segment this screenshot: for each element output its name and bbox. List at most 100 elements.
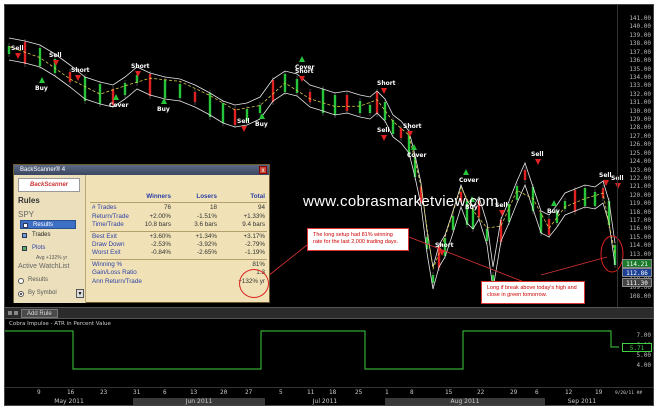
radio-by-symbol[interactable] xyxy=(18,291,24,297)
candle-body xyxy=(321,89,325,113)
dropdown-button[interactable]: ▼ xyxy=(76,289,84,298)
price-tick: 127.00 xyxy=(629,132,651,140)
buy-arrow-icon xyxy=(161,98,167,104)
candle-body xyxy=(178,84,182,98)
candle-body xyxy=(613,245,617,265)
indicator-tick: 4.00 xyxy=(636,362,651,369)
candle-body xyxy=(523,170,527,180)
results-icon xyxy=(23,223,28,228)
candle-body xyxy=(123,83,127,95)
row-label: Worst Exit xyxy=(92,249,121,257)
buy-arrow-icon xyxy=(113,94,119,100)
price-tick: 129.00 xyxy=(629,116,651,123)
candle-body xyxy=(258,105,262,113)
row-value: -2.65% xyxy=(197,249,217,257)
row-value: -0.84% xyxy=(151,249,171,257)
row-value: 9.4 bars xyxy=(242,221,265,229)
price-tick: 117.00 xyxy=(629,217,651,225)
radio-results[interactable] xyxy=(18,278,24,284)
candle-body xyxy=(358,101,362,113)
watermark: www.cobrasmarketview.com xyxy=(303,193,499,210)
buy-arrow-icon xyxy=(259,113,265,119)
buy-arrow-icon xyxy=(411,144,417,150)
sell-arrow-icon xyxy=(439,250,445,256)
table-divider xyxy=(90,202,267,204)
candle-body xyxy=(83,77,87,101)
winning-rate-highlight xyxy=(239,269,269,298)
date-tick: 23 xyxy=(100,389,108,396)
price-tick: 125.00 xyxy=(629,149,651,157)
price-tick: 137.00 xyxy=(629,48,651,56)
toolbar-icon[interactable] xyxy=(8,311,12,315)
signal-label-buy: Buy xyxy=(35,85,48,92)
panel-title: BackScanner® 4 x xyxy=(14,165,269,175)
month-label: Jul 2011 xyxy=(312,398,338,405)
row-value: -3.92% xyxy=(197,240,217,248)
callout-pointer-left xyxy=(267,244,308,277)
signal-label-buy: Buy xyxy=(547,208,560,215)
row-label: Ann Return/Trade xyxy=(92,277,142,285)
candle-body xyxy=(193,92,197,102)
date-tick: 16 xyxy=(67,389,75,396)
sell-arrow-icon xyxy=(75,75,81,81)
price-tick: 126.00 xyxy=(629,141,651,149)
date-tick: 9 xyxy=(37,389,41,396)
price-tick: 138.00 xyxy=(629,40,651,48)
callout-long-setup: Long if break above today's high and clo… xyxy=(481,281,585,304)
sell-arrow-icon xyxy=(135,71,141,77)
sell-arrow-icon xyxy=(241,126,247,132)
sell-arrow-icon xyxy=(15,53,21,59)
buy-arrow-icon xyxy=(463,169,469,175)
date-tick: 5 xyxy=(279,389,283,396)
date-tick: 19 xyxy=(595,389,603,396)
row-value: +2.00% xyxy=(149,212,171,220)
trades-button[interactable]: Trades xyxy=(20,231,76,240)
close-icon[interactable]: x xyxy=(259,166,267,174)
add-rule-button[interactable]: Add Rule xyxy=(21,309,58,318)
signal-label-cover: Cover xyxy=(295,64,315,71)
date-tick: 31 xyxy=(133,389,141,396)
table-row: Best Exit +3.60% +1.34% +3.17% xyxy=(88,233,269,241)
impulse-line xyxy=(5,330,619,370)
buy-arrow-icon xyxy=(551,200,557,206)
price-tick: 140.00 xyxy=(629,23,651,31)
sell-arrow-icon xyxy=(53,60,59,66)
signal-label-sell: Sell xyxy=(599,172,612,179)
candle-body xyxy=(391,120,395,134)
toolbar-icon[interactable] xyxy=(14,311,18,315)
month-label: Jun 2011 xyxy=(133,398,265,405)
row-value: +3.17% xyxy=(243,232,265,240)
price-tick: 136.00 xyxy=(629,57,651,65)
candle-body xyxy=(593,192,597,206)
date-tick: 18 xyxy=(329,389,337,396)
price-tick: 135.00 xyxy=(629,65,651,73)
table-row: # Trades 76 18 94 xyxy=(88,204,269,212)
table-row: Return/Trade +2.00% -1.51% +1.33% xyxy=(88,213,269,221)
row-value: 18 xyxy=(209,204,217,212)
date-tick: 11 xyxy=(307,389,315,396)
row-value: +3.60% xyxy=(149,232,171,240)
indicator-chart[interactable] xyxy=(5,319,654,387)
signal-label-cover: Cover xyxy=(407,152,427,159)
date-tick: 1 xyxy=(385,389,389,396)
sell-arrow-icon xyxy=(299,76,305,82)
date-tick: 13 xyxy=(190,389,198,396)
backscanner-panel[interactable]: BackScanner® 4 x BackScanner Rules SPY R… xyxy=(13,164,270,303)
sell-arrow-icon xyxy=(499,210,505,216)
sell-arrow-icon xyxy=(603,180,609,186)
signal-label-cover: Cover xyxy=(459,177,479,184)
row-label: Return/Trade xyxy=(92,212,129,220)
symbol-label: SPY xyxy=(18,210,35,219)
row-value: -2.53% xyxy=(151,240,171,248)
table-divider xyxy=(90,230,267,232)
watchlist-heading: Active WatchList xyxy=(18,263,70,270)
plots-button[interactable]: Plots xyxy=(20,244,76,253)
table-row: Draw Down -2.53% -3.92% -2.79% xyxy=(88,241,269,249)
date-tick: 20 xyxy=(220,389,228,396)
backscanner-logo: BackScanner xyxy=(18,178,80,192)
row-label: # Trades xyxy=(92,204,117,212)
rules-heading: Rules xyxy=(18,196,40,205)
results-button[interactable]: Results xyxy=(20,220,76,229)
buy-arrow-icon xyxy=(39,77,45,83)
month-label: Aug 2011 xyxy=(385,398,545,405)
